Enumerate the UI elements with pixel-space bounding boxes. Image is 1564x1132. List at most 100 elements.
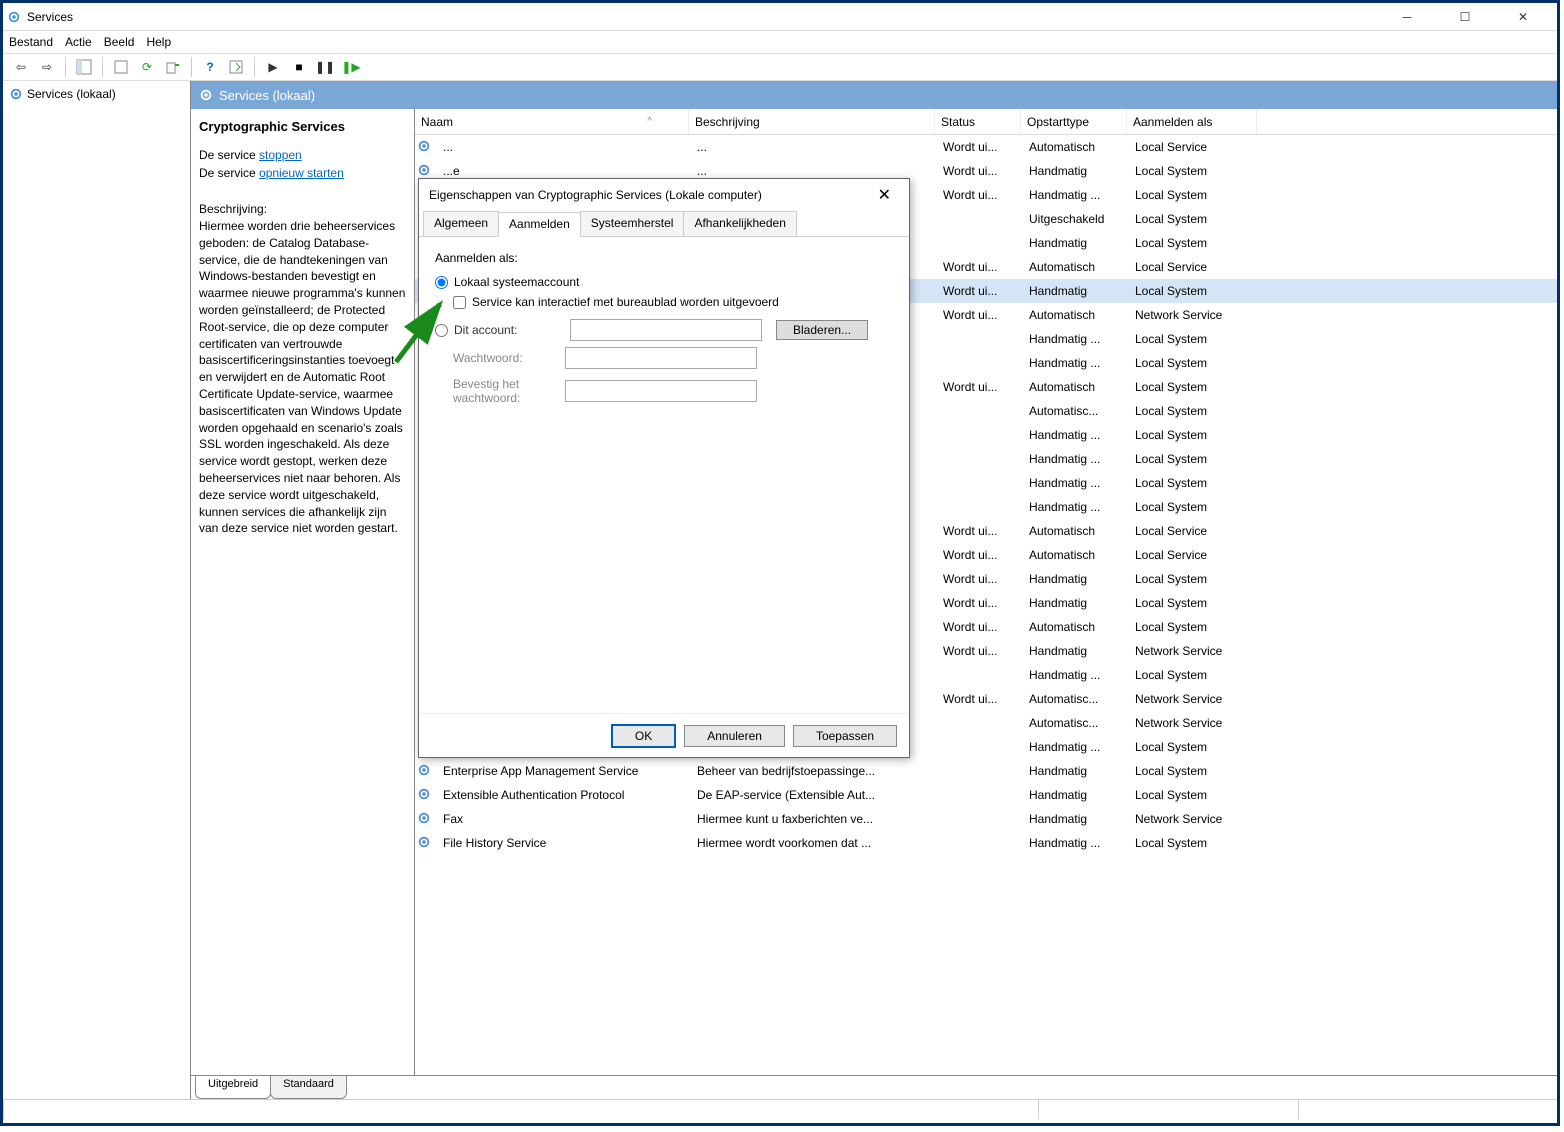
col-desc[interactable]: Beschrijving: [689, 109, 935, 134]
pause-button[interactable]: ❚❚: [313, 56, 337, 78]
cell-start: Automatisch: [1023, 308, 1129, 322]
gear-icon: [417, 163, 433, 180]
cell-status: Wordt ui...: [937, 572, 1023, 586]
cell-desc: De EAP-service (Extensible Aut...: [691, 788, 937, 802]
cell-logon: Local System: [1129, 596, 1259, 610]
menu-bestand[interactable]: Bestand: [9, 35, 53, 49]
cell-start: Handmatig: [1023, 764, 1129, 778]
cell-start: Handmatig: [1023, 572, 1129, 586]
minimize-button[interactable]: ─: [1387, 7, 1427, 27]
table-row[interactable]: FaxHiermee kunt u faxberichten ve...Hand…: [415, 807, 1557, 831]
prop2-button[interactable]: [224, 56, 248, 78]
statusbar: [3, 1099, 1557, 1119]
cell-logon: Local System: [1129, 572, 1259, 586]
dialog-title: Eigenschappen van Cryptographic Services…: [429, 188, 870, 202]
cell-status: Wordt ui...: [937, 188, 1023, 202]
tab-aanmelden[interactable]: Aanmelden: [498, 212, 581, 237]
restart-button[interactable]: ❚▶: [339, 56, 363, 78]
cell-name: Fax: [437, 812, 691, 826]
link-restart[interactable]: opnieuw starten: [259, 166, 344, 180]
tab-algemeen[interactable]: Algemeen: [423, 211, 499, 236]
cell-desc: Beheer van bedrijfstoepassinge...: [691, 764, 937, 778]
properties-button[interactable]: [109, 56, 133, 78]
tree-item-label: Services (lokaal): [27, 87, 116, 101]
description-pane: Cryptographic Services De service stoppe…: [191, 109, 415, 1075]
confirm-password-input[interactable]: [565, 380, 757, 402]
cell-start: Automatisc...: [1023, 404, 1129, 418]
cell-status: Wordt ui...: [937, 140, 1023, 154]
cell-status: Wordt ui...: [937, 596, 1023, 610]
cell-logon: Local System: [1129, 764, 1259, 778]
cell-logon: Network Service: [1129, 644, 1259, 658]
export-button[interactable]: [161, 56, 185, 78]
maximize-button[interactable]: ☐: [1445, 7, 1485, 27]
cell-name: Enterprise App Management Service: [437, 764, 691, 778]
cell-logon: Local System: [1129, 836, 1259, 850]
cell-start: Automatisch: [1023, 548, 1129, 562]
table-row[interactable]: File History ServiceHiermee wordt voorko…: [415, 831, 1557, 855]
gear-icon: [417, 811, 433, 828]
table-row[interactable]: ......Wordt ui...AutomatischLocal Servic…: [415, 135, 1557, 159]
toolbar: ⇦ ⇨ ⟳ ? ▶ ■ ❚❚ ❚▶: [3, 53, 1557, 81]
cell-name: ...: [437, 140, 691, 154]
properties-dialog: Eigenschappen van Cryptographic Services…: [418, 178, 910, 758]
tab-uitgebreid[interactable]: Uitgebreid: [195, 1076, 271, 1099]
cell-desc: Hiermee wordt voorkomen dat ...: [691, 836, 937, 850]
check-interactive[interactable]: [453, 296, 466, 309]
cell-logon: Local System: [1129, 236, 1259, 250]
play-button[interactable]: ▶: [261, 56, 285, 78]
col-status[interactable]: Status: [935, 109, 1021, 134]
gear-icon: [417, 835, 433, 852]
cell-logon: Local System: [1129, 356, 1259, 370]
cell-start: Handmatig ...: [1023, 428, 1129, 442]
section-label: Aanmelden als:: [435, 251, 893, 265]
gear-icon: [417, 763, 433, 780]
menu-actie[interactable]: Actie: [65, 35, 92, 49]
menu-help[interactable]: Help: [146, 35, 171, 49]
view-button[interactable]: [72, 56, 96, 78]
tab-standaard[interactable]: Standaard: [270, 1076, 347, 1099]
cell-logon: Local System: [1129, 212, 1259, 226]
confirm-password-label: Bevestig het wachtwoord:: [453, 377, 565, 405]
col-logon[interactable]: Aanmelden als: [1127, 109, 1257, 134]
cell-name: Extensible Authentication Protocol: [437, 788, 691, 802]
refresh-button[interactable]: ⟳: [135, 56, 159, 78]
close-button[interactable]: ✕: [1503, 7, 1543, 27]
stop-button[interactable]: ■: [287, 56, 311, 78]
menu-beeld[interactable]: Beeld: [104, 35, 135, 49]
tree-item-services[interactable]: Services (lokaal): [7, 85, 186, 103]
dialog-close-button[interactable]: ✕: [870, 185, 899, 205]
cell-start: Handmatig ...: [1023, 836, 1129, 850]
tab-afhankelijkheden[interactable]: Afhankelijkheden: [683, 211, 796, 236]
link-stop[interactable]: stoppen: [259, 148, 302, 162]
password-input[interactable]: [565, 347, 757, 369]
browse-button[interactable]: Bladeren...: [776, 320, 868, 340]
col-name[interactable]: Naam^: [415, 109, 689, 134]
cell-logon: Local System: [1129, 452, 1259, 466]
tab-systeemherstel[interactable]: Systeemherstel: [580, 211, 685, 236]
account-input[interactable]: [570, 319, 762, 341]
cell-start: Handmatig ...: [1023, 740, 1129, 754]
cancel-button[interactable]: Annuleren: [684, 725, 785, 747]
table-row[interactable]: Extensible Authentication ProtocolDe EAP…: [415, 783, 1557, 807]
apply-button[interactable]: Toepassen: [793, 725, 897, 747]
cell-start: Handmatig: [1023, 596, 1129, 610]
forward-button[interactable]: ⇨: [35, 56, 59, 78]
gear-icon: [7, 10, 21, 24]
radio-this-account[interactable]: [435, 324, 448, 337]
password-label: Wachtwoord:: [453, 351, 565, 365]
tree-pane: Services (lokaal): [3, 81, 191, 1099]
cell-logon: Local System: [1129, 788, 1259, 802]
help-button[interactable]: ?: [198, 56, 222, 78]
cell-status: Wordt ui...: [937, 524, 1023, 538]
ok-button[interactable]: OK: [611, 724, 676, 748]
cell-start: Automatisch: [1023, 260, 1129, 274]
cell-start: Handmatig ...: [1023, 356, 1129, 370]
radio-local-system[interactable]: [435, 276, 448, 289]
cell-logon: Local System: [1129, 740, 1259, 754]
right-header: Services (lokaal): [191, 81, 1557, 109]
back-button[interactable]: ⇦: [9, 56, 33, 78]
col-start[interactable]: Opstarttype: [1021, 109, 1127, 134]
cell-status: Wordt ui...: [937, 644, 1023, 658]
table-row[interactable]: Enterprise App Management ServiceBeheer …: [415, 759, 1557, 783]
